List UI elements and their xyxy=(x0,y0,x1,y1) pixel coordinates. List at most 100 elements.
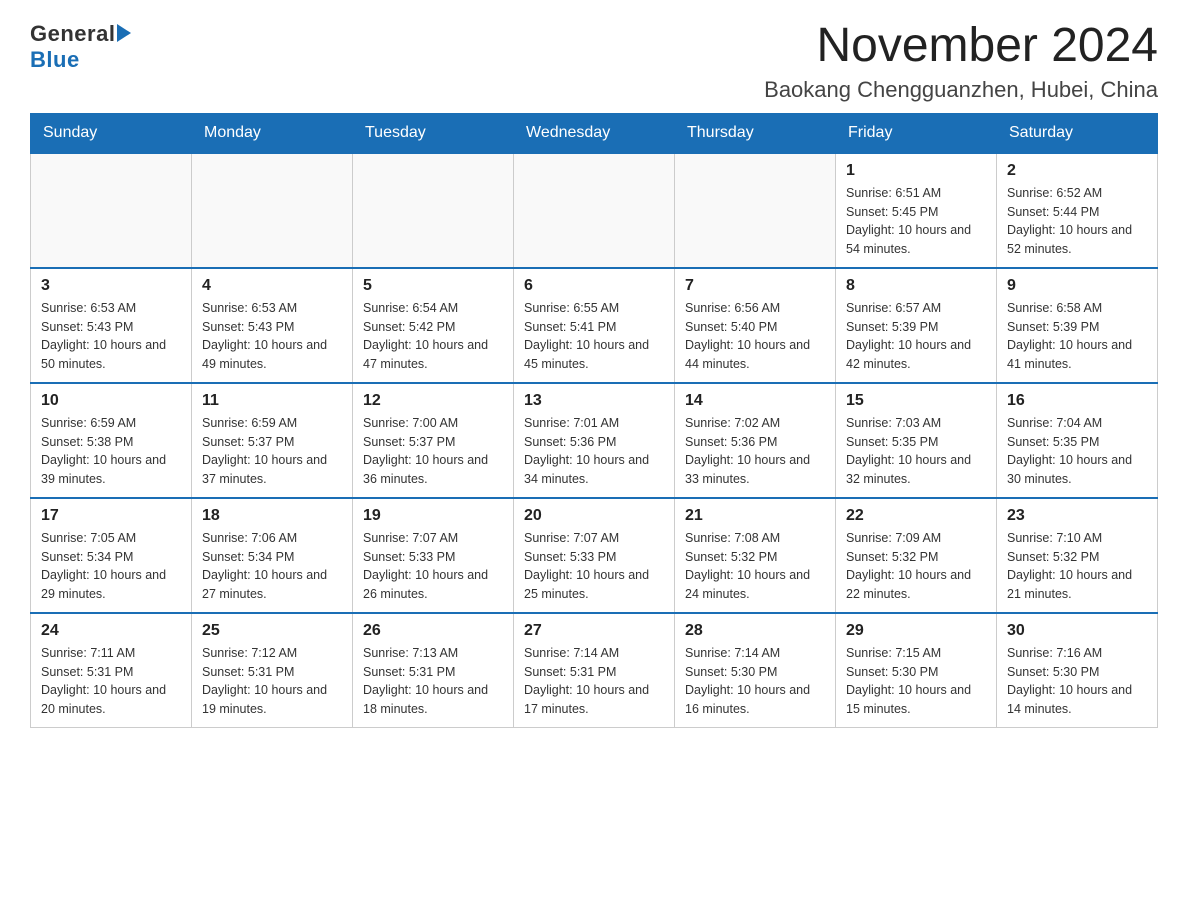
day-number: 11 xyxy=(202,392,342,410)
calendar-cell: 8Sunrise: 6:57 AM Sunset: 5:39 PM Daylig… xyxy=(836,268,997,383)
day-number: 12 xyxy=(363,392,503,410)
calendar-cell: 21 Sunrise: 7:08 AM Sunset: 5:32 PM Dayli… xyxy=(675,498,836,613)
calendar-cell: 30 Sunrise: 7:16 AM Sunset: 5:30 PM Dayli… xyxy=(997,613,1158,728)
calendar-cell: 28 Sunrise: 7:14 AM Sunset: 5:30 PM Dayli… xyxy=(675,613,836,728)
calendar-cell xyxy=(353,153,514,268)
calendar-header-wednesday: Wednesday xyxy=(514,113,675,153)
day-number: 17 xyxy=(41,507,181,525)
calendar-cell: 19Sunrise: 7:07 AM Sunset: 5:33 PM Dayli… xyxy=(353,498,514,613)
calendar-header-monday: Monday xyxy=(192,113,353,153)
day-info: Sunrise: 6:51 AM Sunset: 5:45 PM Dayligh… xyxy=(846,184,986,259)
logo: General Blue xyxy=(30,20,131,73)
day-number: 20 xyxy=(524,507,664,525)
page-header: General Blue November 2024 Baokang Cheng… xyxy=(30,20,1158,103)
calendar-cell: 29 Sunrise: 7:15 AM Sunset: 5:30 PM Dayli… xyxy=(836,613,997,728)
day-info: Sunrise: 7:15 AM Sunset: 5:30 PM Dayligh… xyxy=(846,644,986,719)
calendar-cell: 11 Sunrise: 6:59 AM Sunset: 5:37 PM Dayli… xyxy=(192,383,353,498)
calendar-cell: 2 Sunrise: 6:52 AM Sunset: 5:44 PM Daylig… xyxy=(997,153,1158,268)
day-number: 4 xyxy=(202,277,342,295)
day-number: 14 xyxy=(685,392,825,410)
calendar-week-row: 10 Sunrise: 6:59 AM Sunset: 5:38 PM Dayli… xyxy=(31,383,1158,498)
logo-general-text: General xyxy=(30,21,115,47)
logo-blue-text: Blue xyxy=(30,47,80,73)
day-number: 16 xyxy=(1007,392,1147,410)
calendar-week-row: 24Sunrise: 7:11 AM Sunset: 5:31 PM Dayli… xyxy=(31,613,1158,728)
day-number: 7 xyxy=(685,277,825,295)
calendar-header-sunday: Sunday xyxy=(31,113,192,153)
day-info: Sunrise: 6:52 AM Sunset: 5:44 PM Dayligh… xyxy=(1007,184,1147,259)
day-number: 24 xyxy=(41,622,181,640)
day-number: 27 xyxy=(524,622,664,640)
day-info: Sunrise: 7:05 AM Sunset: 5:34 PM Dayligh… xyxy=(41,529,181,604)
logo-triangle-icon xyxy=(117,24,131,47)
day-number: 15 xyxy=(846,392,986,410)
calendar-header-thursday: Thursday xyxy=(675,113,836,153)
calendar-cell xyxy=(675,153,836,268)
day-number: 26 xyxy=(363,622,503,640)
day-info: Sunrise: 7:07 AM Sunset: 5:33 PM Dayligh… xyxy=(524,529,664,604)
day-info: Sunrise: 7:10 AM Sunset: 5:32 PM Dayligh… xyxy=(1007,529,1147,604)
calendar-cell xyxy=(31,153,192,268)
day-number: 30 xyxy=(1007,622,1147,640)
day-info: Sunrise: 6:59 AM Sunset: 5:37 PM Dayligh… xyxy=(202,414,342,489)
calendar-cell: 14 Sunrise: 7:02 AM Sunset: 5:36 PM Dayli… xyxy=(675,383,836,498)
month-title: November 2024 xyxy=(764,20,1158,73)
calendar-cell xyxy=(514,153,675,268)
calendar-cell: 5 Sunrise: 6:54 AM Sunset: 5:42 PM Daylig… xyxy=(353,268,514,383)
day-info: Sunrise: 7:06 AM Sunset: 5:34 PM Dayligh… xyxy=(202,529,342,604)
day-info: Sunrise: 7:16 AM Sunset: 5:30 PM Dayligh… xyxy=(1007,644,1147,719)
day-info: Sunrise: 6:53 AM Sunset: 5:43 PM Dayligh… xyxy=(41,299,181,374)
day-number: 22 xyxy=(846,507,986,525)
day-info: Sunrise: 7:14 AM Sunset: 5:31 PM Dayligh… xyxy=(524,644,664,719)
title-section: November 2024 Baokang Chengguanzhen, Hub… xyxy=(764,20,1158,103)
calendar-table: SundayMondayTuesdayWednesdayThursdayFrid… xyxy=(30,113,1158,728)
day-number: 8 xyxy=(846,277,986,295)
day-info: Sunrise: 7:07 AM Sunset: 5:33 PM Dayligh… xyxy=(363,529,503,604)
day-info: Sunrise: 6:55 AM Sunset: 5:41 PM Dayligh… xyxy=(524,299,664,374)
calendar-cell: 23Sunrise: 7:10 AM Sunset: 5:32 PM Dayli… xyxy=(997,498,1158,613)
day-info: Sunrise: 6:59 AM Sunset: 5:38 PM Dayligh… xyxy=(41,414,181,489)
day-info: Sunrise: 7:14 AM Sunset: 5:30 PM Dayligh… xyxy=(685,644,825,719)
day-number: 5 xyxy=(363,277,503,295)
day-info: Sunrise: 7:08 AM Sunset: 5:32 PM Dayligh… xyxy=(685,529,825,604)
calendar-cell: 12 Sunrise: 7:00 AM Sunset: 5:37 PM Dayli… xyxy=(353,383,514,498)
calendar-cell: 16Sunrise: 7:04 AM Sunset: 5:35 PM Dayli… xyxy=(997,383,1158,498)
calendar-cell: 4 Sunrise: 6:53 AM Sunset: 5:43 PM Daylig… xyxy=(192,268,353,383)
day-number: 2 xyxy=(1007,162,1147,180)
calendar-header-friday: Friday xyxy=(836,113,997,153)
day-info: Sunrise: 6:54 AM Sunset: 5:42 PM Dayligh… xyxy=(363,299,503,374)
calendar-cell: 20 Sunrise: 7:07 AM Sunset: 5:33 PM Dayli… xyxy=(514,498,675,613)
day-info: Sunrise: 7:02 AM Sunset: 5:36 PM Dayligh… xyxy=(685,414,825,489)
calendar-cell: 27 Sunrise: 7:14 AM Sunset: 5:31 PM Dayli… xyxy=(514,613,675,728)
calendar-cell xyxy=(192,153,353,268)
calendar-cell: 22Sunrise: 7:09 AM Sunset: 5:32 PM Dayli… xyxy=(836,498,997,613)
day-number: 10 xyxy=(41,392,181,410)
calendar-cell: 26 Sunrise: 7:13 AM Sunset: 5:31 PM Dayli… xyxy=(353,613,514,728)
day-info: Sunrise: 7:03 AM Sunset: 5:35 PM Dayligh… xyxy=(846,414,986,489)
calendar-cell: 15 Sunrise: 7:03 AM Sunset: 5:35 PM Dayli… xyxy=(836,383,997,498)
day-info: Sunrise: 7:13 AM Sunset: 5:31 PM Dayligh… xyxy=(363,644,503,719)
calendar-header-row: SundayMondayTuesdayWednesdayThursdayFrid… xyxy=(31,113,1158,153)
day-number: 21 xyxy=(685,507,825,525)
day-info: Sunrise: 6:58 AM Sunset: 5:39 PM Dayligh… xyxy=(1007,299,1147,374)
day-number: 25 xyxy=(202,622,342,640)
calendar-cell: 6Sunrise: 6:55 AM Sunset: 5:41 PM Daylig… xyxy=(514,268,675,383)
calendar-cell: 7 Sunrise: 6:56 AM Sunset: 5:40 PM Daylig… xyxy=(675,268,836,383)
day-number: 29 xyxy=(846,622,986,640)
calendar-cell: 25Sunrise: 7:12 AM Sunset: 5:31 PM Dayli… xyxy=(192,613,353,728)
day-number: 1 xyxy=(846,162,986,180)
calendar-cell: 24Sunrise: 7:11 AM Sunset: 5:31 PM Dayli… xyxy=(31,613,192,728)
day-number: 18 xyxy=(202,507,342,525)
day-info: Sunrise: 7:00 AM Sunset: 5:37 PM Dayligh… xyxy=(363,414,503,489)
calendar-cell: 3 Sunrise: 6:53 AM Sunset: 5:43 PM Daylig… xyxy=(31,268,192,383)
day-info: Sunrise: 6:56 AM Sunset: 5:40 PM Dayligh… xyxy=(685,299,825,374)
calendar-week-row: 17 Sunrise: 7:05 AM Sunset: 5:34 PM Dayli… xyxy=(31,498,1158,613)
day-number: 3 xyxy=(41,277,181,295)
day-number: 28 xyxy=(685,622,825,640)
location-title: Baokang Chengguanzhen, Hubei, China xyxy=(764,77,1158,103)
calendar-cell: 10 Sunrise: 6:59 AM Sunset: 5:38 PM Dayli… xyxy=(31,383,192,498)
calendar-week-row: 3 Sunrise: 6:53 AM Sunset: 5:43 PM Daylig… xyxy=(31,268,1158,383)
calendar-cell: 13Sunrise: 7:01 AM Sunset: 5:36 PM Dayli… xyxy=(514,383,675,498)
day-info: Sunrise: 6:53 AM Sunset: 5:43 PM Dayligh… xyxy=(202,299,342,374)
calendar-cell: 18 Sunrise: 7:06 AM Sunset: 5:34 PM Dayli… xyxy=(192,498,353,613)
